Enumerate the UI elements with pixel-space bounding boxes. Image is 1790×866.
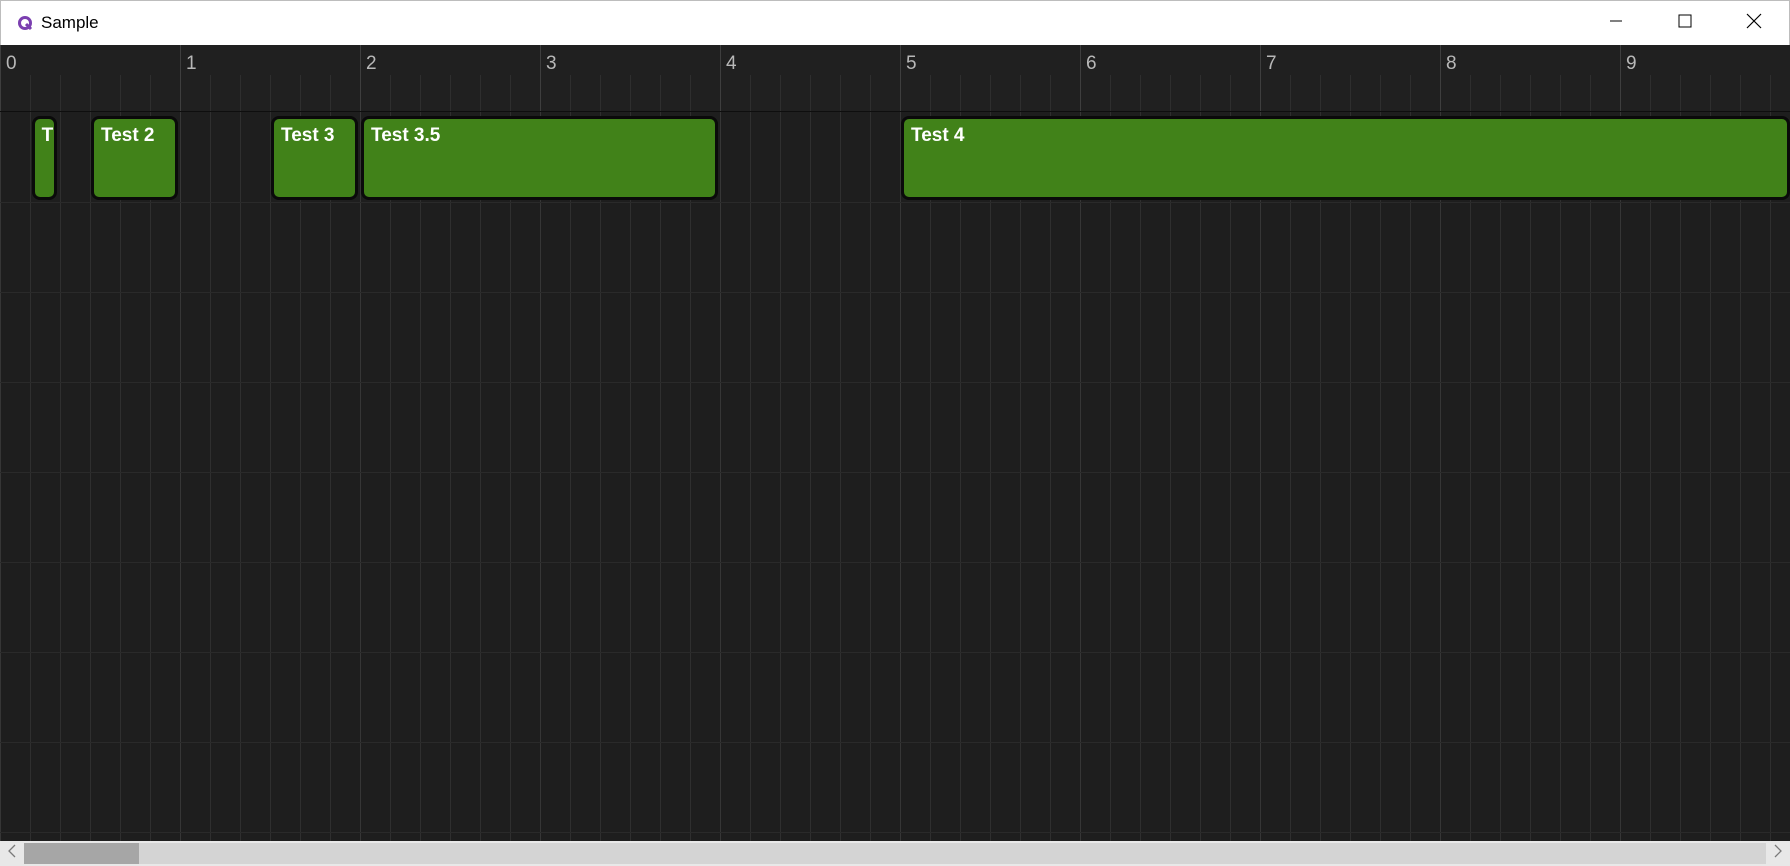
window-title: Sample <box>41 13 99 32</box>
timeline-clip[interactable]: Test 4 <box>901 116 1790 200</box>
ruler-tick-label: 7 <box>1266 53 1277 74</box>
timeline-ruler[interactable]: 0 1 2 3 4 5 6 7 8 9 <box>0 45 1790 112</box>
app-logo-icon <box>17 15 33 31</box>
ruler-tick-label: 3 <box>546 53 557 74</box>
minimize-button[interactable] <box>1581 1 1650 45</box>
app-window: Sample 0123456789 T Test 2 Test 3 Test 3.5 T… <box>0 0 1790 866</box>
ruler-tick-label: 8 <box>1446 53 1457 74</box>
timeline-clip[interactable]: Test 3 <box>271 116 358 200</box>
ruler-tick-label: 5 <box>906 53 917 74</box>
chevron-right-icon <box>1773 844 1783 863</box>
chevron-left-icon <box>7 844 17 863</box>
clip-label: Test 2 <box>101 125 155 146</box>
timeline-grid <box>0 112 1790 841</box>
timeline-clip[interactable]: T <box>31 116 58 200</box>
timeline-clip[interactable]: Test 2 <box>91 116 178 200</box>
ruler-tick-label: 2 <box>366 53 377 74</box>
scroll-right-button[interactable] <box>1766 841 1790 866</box>
clip-label: T <box>41 125 54 146</box>
ruler-tick-label: 1 <box>186 53 197 74</box>
maximize-button[interactable] <box>1650 1 1719 45</box>
track-area[interactable]: T Test 2 Test 3 Test 3.5 Test 4 <box>0 112 1790 841</box>
clip-label: Test 4 <box>911 125 965 146</box>
close-icon <box>1746 13 1762 34</box>
ruler-tick-label: 4 <box>726 53 737 74</box>
title-bar[interactable]: Sample <box>0 0 1790 46</box>
ruler-tick-label: 6 <box>1086 53 1097 74</box>
scroll-left-button[interactable] <box>0 841 24 866</box>
maximize-icon <box>1678 14 1692 33</box>
scroll-track[interactable] <box>24 843 1766 864</box>
minimize-icon <box>1609 14 1623 33</box>
ruler-tick-label: 0 <box>6 53 17 74</box>
ruler-tick-label: 9 <box>1626 53 1637 74</box>
timeline-clip[interactable]: Test 3.5 <box>361 116 718 200</box>
clip-label: Test 3.5 <box>371 125 441 146</box>
scroll-thumb[interactable] <box>24 843 139 864</box>
ruler-ticks <box>0 45 1771 111</box>
clip-label: Test 3 <box>281 125 335 146</box>
horizontal-scrollbar[interactable] <box>0 841 1790 866</box>
close-button[interactable] <box>1719 1 1788 45</box>
